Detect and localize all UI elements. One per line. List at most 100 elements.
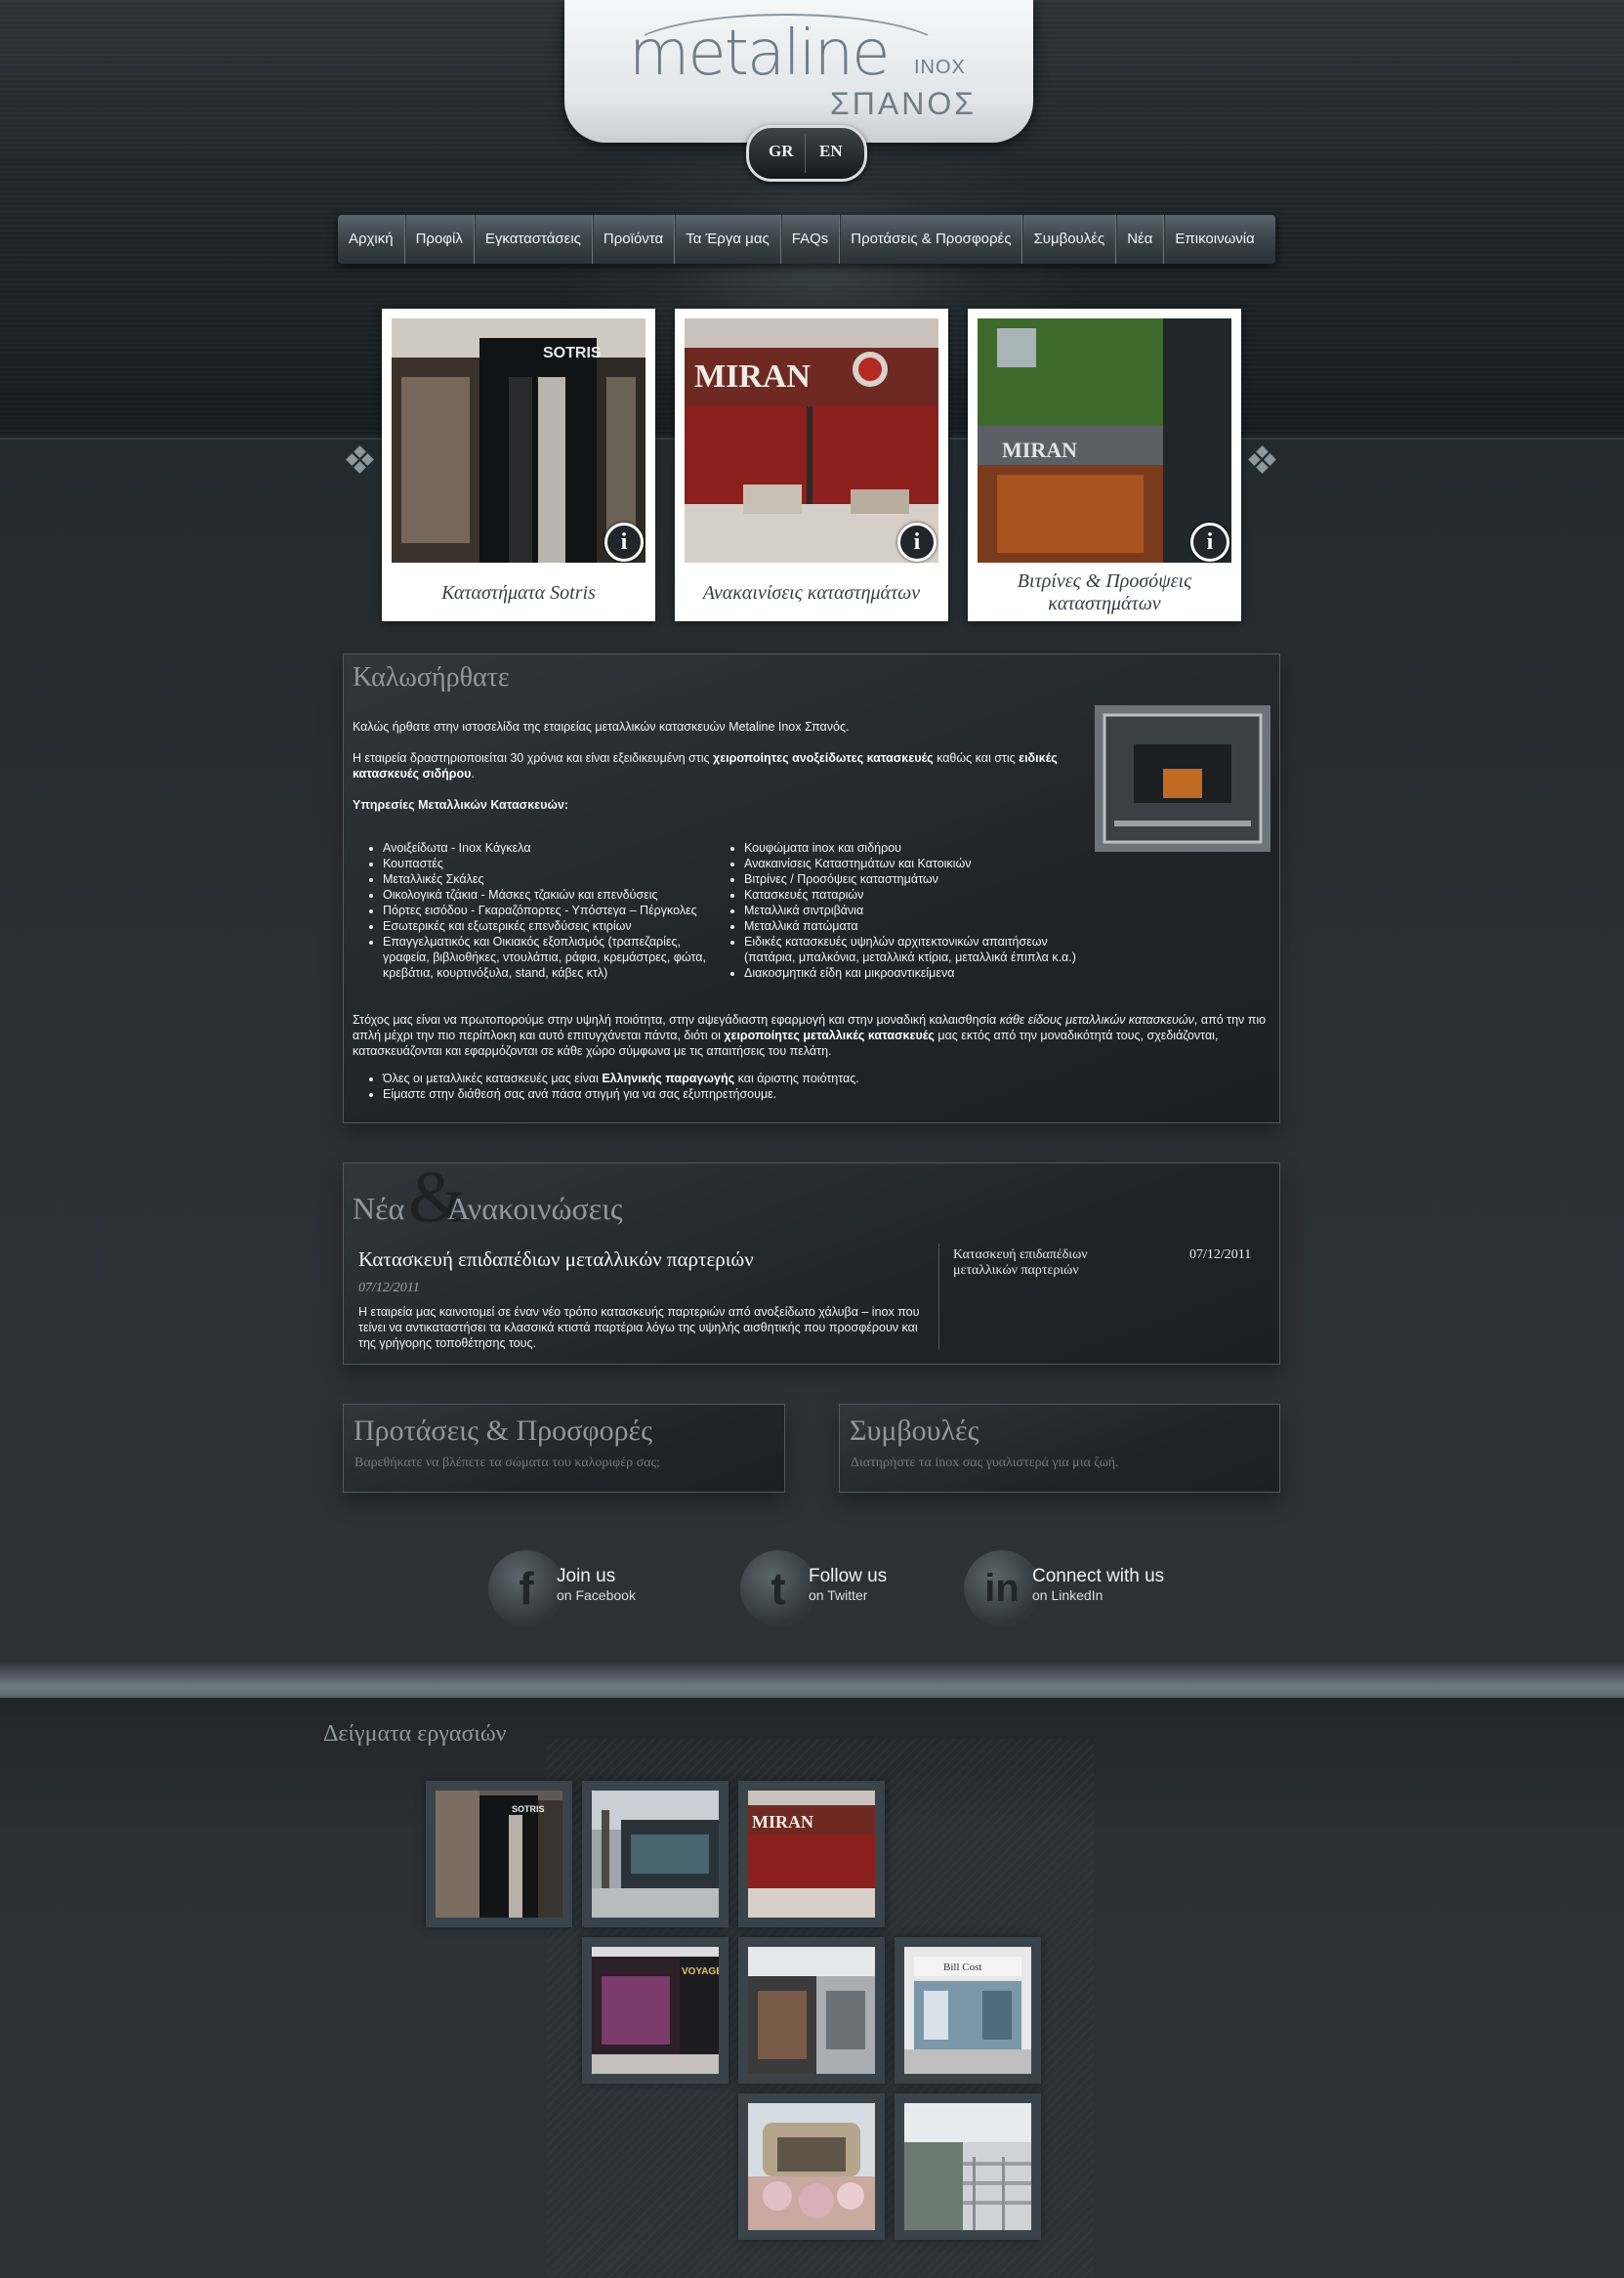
sample-thumb-8[interactable]	[895, 2093, 1041, 2240]
sample-photo	[748, 1947, 875, 2074]
news-title-a: Νέα	[353, 1191, 405, 1226]
facebook-link[interactable]: f Join us on Facebook	[488, 1550, 664, 1628]
offers-text: Βαρεθήκατε να βλέπετε τα σώματα του καλο…	[354, 1455, 660, 1470]
service-list-item: Ανοιξείδωτα - Inox Κάγκελα	[383, 840, 715, 856]
service-list-item: Οικολογικά τζάκια - Μάσκες τζακιών και ε…	[383, 887, 715, 903]
feature-card-sotris[interactable]: SOTRIS i Καταστήματα Sotris	[382, 309, 655, 621]
welcome-panel: Καλωσήρθατε Καλώς ήρθατε στην ιστοσελίδα…	[343, 654, 1280, 1123]
offers-panel[interactable]: Προτάσεις & Προσφορές Βαρεθήκατε να βλέπ…	[343, 1404, 785, 1493]
service-list-item: Κουπαστές	[383, 856, 715, 871]
info-icon[interactable]: i	[897, 523, 937, 562]
nav-item-profile[interactable]: Προφίλ	[405, 215, 475, 264]
svg-text:MIRAN: MIRAN	[694, 359, 811, 395]
svg-text:VOYAGE: VOYAGE	[682, 1966, 719, 1977]
feature-caption: Καταστήματα Sotris	[441, 581, 596, 604]
service-list-item: Ανακαινίσεις Καταστημάτων και Κατοικιών	[744, 856, 1076, 871]
services-heading: Υπηρεσίες Μεταλλικών Κατασκευών:	[353, 798, 569, 812]
sample-thumb-3[interactable]: MIRAN	[738, 1781, 885, 1927]
sample-thumb-6[interactable]: Bill Cost	[895, 1937, 1041, 2084]
service-list-item: Πόρτες εισόδου - Γκαραζόπορτες - Υπόστεγ…	[383, 903, 715, 918]
sample-photo: VOYAGE	[592, 1947, 719, 2074]
sample-photo: MIRAN	[748, 1791, 875, 1918]
service-list-item: Επαγγελματικός και Οικιακός εξοπλισμός (…	[383, 934, 715, 981]
lang-en-button[interactable]: EN	[819, 142, 843, 161]
feature-caption: Ανακαινίσεις καταστημάτων	[702, 581, 921, 604]
linkedin-sublabel: on LinkedIn	[1032, 1587, 1103, 1603]
svg-text:Bill Cost: Bill Cost	[943, 1962, 981, 1973]
miran-green-facade-photo: MIRAN	[978, 318, 1231, 563]
service-list-item: Διακοσμητικά είδη και μικροαντικείμενα	[744, 965, 1076, 981]
svg-text:MIRAN: MIRAN	[752, 1812, 813, 1832]
twitter-label: Follow us	[809, 1566, 888, 1586]
slider-prev-icon[interactable]	[346, 445, 374, 474]
service-list-item: Μεταλλικά σιντριβάνια	[744, 903, 1076, 918]
list-item: Όλες οι μεταλλικές κατασκευές μας είναι …	[383, 1071, 1223, 1086]
twitter-sublabel: on Twitter	[809, 1587, 868, 1603]
info-icon[interactable]: i	[604, 523, 644, 562]
logo-inox: INOX	[914, 57, 966, 78]
nav-item-products[interactable]: Προϊόντα	[593, 215, 676, 264]
logo-wordmark: metaline	[629, 18, 891, 90]
feature-card-facades[interactable]: MIRAN i Βιτρίνες & Προσόψεις καταστημάτω…	[968, 309, 1241, 621]
logo[interactable]: metaline INOX ΣΠΑΝΟΣ	[564, 0, 1033, 143]
services-list-left: Ανοιξείδωτα - Inox ΚάγκελαΚουπαστέςΜεταλ…	[344, 840, 715, 981]
lang-divider	[805, 134, 806, 173]
sample-photo	[904, 2103, 1031, 2230]
nav-item-offers[interactable]: Προτάσεις & Προσφορές	[840, 215, 1023, 264]
welcome-intro: Καλώς ήρθατε στην ιστοσελίδα της εταιρεί…	[353, 720, 850, 734]
service-list-item: Βιτρίνες / Προσόψεις καταστημάτων	[744, 871, 1076, 887]
sample-thumb-7[interactable]	[738, 2093, 885, 2240]
svg-text:MIRAN: MIRAN	[1002, 438, 1077, 462]
news-headline[interactable]: Κατασκευή επιδαπέδιων μεταλλικών παρτερι…	[358, 1247, 754, 1272]
logo-subtitle: ΣΠΑΝΟΣ	[830, 86, 978, 121]
advice-panel[interactable]: Συμβουλές Διατηρήστε τα inox σας γυαλιστ…	[839, 1404, 1280, 1493]
sample-photo	[592, 1791, 719, 1918]
welcome-goal: Στόχος μας είναι να πρωτοπορούμε στην υψ…	[353, 1013, 1267, 1058]
nav-item-home[interactable]: Αρχική	[338, 215, 405, 264]
sample-thumb-1[interactable]: SOTRIS	[426, 1781, 572, 1927]
nav-item-news[interactable]: Νέα	[1116, 215, 1165, 264]
fireplace-photo	[1095, 705, 1270, 852]
nav-item-facilities[interactable]: Εγκαταστάσεις	[475, 215, 593, 264]
welcome-body: Καλώς ήρθατε στην ιστοσελίδα της εταιρεί…	[353, 719, 1075, 813]
service-list-item: Εσωτερικές και εξωτερικές επενδύσεις κτι…	[383, 918, 715, 934]
nav-item-projects[interactable]: Τα Έργα μας	[675, 215, 781, 264]
info-icon[interactable]: i	[1190, 523, 1229, 562]
svg-text:SOTRIS: SOTRIS	[512, 1804, 545, 1814]
nav-item-advice[interactable]: Συμβουλές	[1022, 215, 1117, 264]
twitter-link[interactable]: t Follow us on Twitter	[740, 1550, 916, 1628]
lang-gr-button[interactable]: GR	[769, 142, 794, 161]
feature-card-renovations[interactable]: MIRAN i Ανακαινίσεις καταστημάτων	[675, 309, 948, 621]
advice-title: Συμβουλές	[850, 1414, 979, 1447]
welcome-activity: Η εταιρεία δραστηριοποιείται 30 χρόνια κ…	[353, 751, 1058, 780]
samples-title: Δείγματα εργασιών	[323, 1721, 507, 1747]
advice-text: Διατηρήστε τα inox σας γυαλιστερά για μι…	[851, 1455, 1119, 1470]
service-list-item: Ειδικές κατασκευές υψηλών αρχιτεκτονικών…	[744, 934, 1076, 965]
service-list-item: Μεταλλικές Σκάλες	[383, 871, 715, 887]
facebook-label: Join us	[557, 1566, 616, 1586]
sample-thumb-2[interactable]	[582, 1781, 729, 1927]
list-item: Είμαστε στην διάθεσή σας ανά πάσα στιγμή…	[383, 1086, 1223, 1102]
welcome-bullets: Όλες οι μεταλλικές κατασκευές μας είναι …	[344, 1071, 1223, 1102]
news-side-title[interactable]: Κατασκευή επιδαπέδιων μεταλλικών παρτερι…	[953, 1247, 1109, 1279]
main-nav: Αρχική Προφίλ Εγκαταστάσεις Προϊόντα Τα …	[338, 215, 1275, 264]
nav-item-faqs[interactable]: FAQs	[781, 215, 841, 264]
sample-photo: SOTRIS	[436, 1791, 562, 1918]
nav-item-contact[interactable]: Επικοινωνία	[1164, 215, 1265, 264]
language-switch: GR EN	[746, 125, 867, 182]
news-side-date: 07/12/2011	[1189, 1247, 1252, 1262]
slider-next-icon[interactable]	[1248, 445, 1276, 474]
sample-thumb-5[interactable]	[738, 1937, 885, 2084]
footer-divider-band	[0, 1661, 1624, 1698]
miran-shop-interior-photo: MIRAN	[685, 318, 938, 563]
news-title-b: Ανακοινώσεις	[447, 1191, 623, 1226]
sample-thumb-4[interactable]: VOYAGE	[582, 1937, 729, 2084]
service-list-item: Κουφώματα inox και σιδήρου	[744, 840, 1076, 856]
welcome-title: Καλωσήρθατε	[353, 662, 510, 693]
sample-photo	[748, 2103, 875, 2230]
services-list-right: Κουφώματα inox και σιδήρουΑνακαινίσεις Κ…	[705, 840, 1076, 981]
linkedin-link[interactable]: in Connect with us on LinkedIn	[964, 1550, 1179, 1628]
facebook-sublabel: on Facebook	[557, 1587, 636, 1603]
offers-title: Προτάσεις & Προσφορές	[354, 1414, 653, 1447]
news-divider	[938, 1244, 939, 1349]
